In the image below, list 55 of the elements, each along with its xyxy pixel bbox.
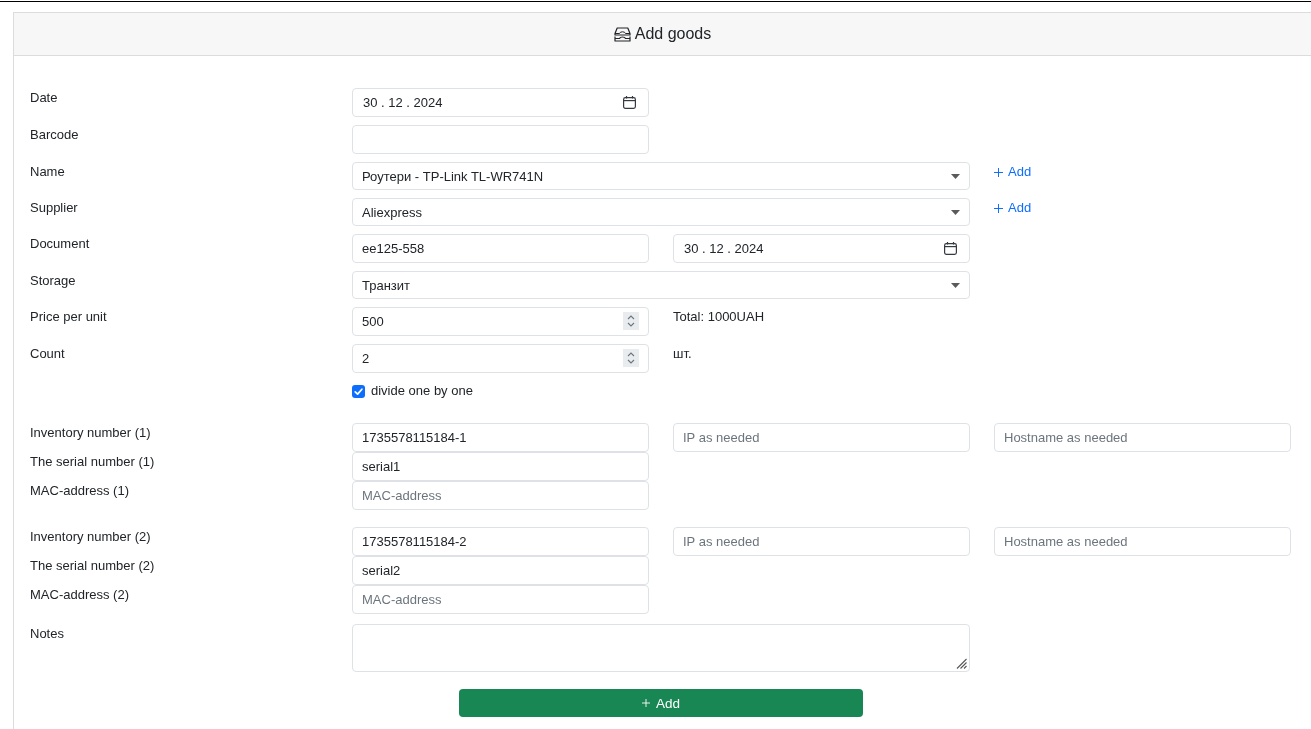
caret-icon <box>951 282 960 288</box>
input-field[interactable]: MAC-address <box>352 585 649 614</box>
field-label: Inventory number (1) <box>30 424 151 442</box>
input-field[interactable]: IP as needed <box>673 527 970 556</box>
resize-grip-icon[interactable] <box>956 658 967 669</box>
date-field[interactable]: 30 . 12 . 2024 <box>673 234 970 263</box>
notes-field[interactable] <box>352 624 970 672</box>
input-field[interactable] <box>352 125 649 154</box>
input-field[interactable]: serial2 <box>352 556 649 585</box>
field-label: The serial number (1) <box>30 453 155 471</box>
inbox-icon <box>613 26 631 42</box>
plus-icon <box>994 203 1003 213</box>
input-field[interactable]: serial1 <box>352 452 649 481</box>
field-label: Notes <box>30 625 64 643</box>
caret-icon <box>951 209 960 215</box>
select-field[interactable]: Транзит <box>352 271 970 299</box>
field-note: Total: 1000UAH <box>673 308 765 326</box>
field-note: шт. <box>673 345 692 363</box>
date-field[interactable]: 30 . 12 . 2024 <box>352 88 649 117</box>
spinner-icon[interactable] <box>623 312 639 330</box>
field-label: The serial number (2) <box>30 557 155 575</box>
input-field[interactable]: 1735578115184-2 <box>352 527 649 556</box>
field-label: Count <box>30 345 65 363</box>
field-label: MAC-address (1) <box>30 482 129 500</box>
field-label: Price per unit <box>30 308 107 326</box>
plus-icon <box>642 699 650 707</box>
input-field[interactable]: MAC-address <box>352 481 649 510</box>
field-label: Storage <box>30 272 76 290</box>
input-field[interactable]: Hostname as needed <box>994 423 1291 452</box>
field-label: Name <box>30 163 65 181</box>
field-label: Barcode <box>30 126 79 144</box>
checkbox[interactable] <box>352 384 365 398</box>
spinner-icon[interactable] <box>623 349 639 367</box>
input-field[interactable]: 1735578115184-1 <box>352 423 649 452</box>
calendar-icon[interactable] <box>944 242 957 255</box>
calendar-icon[interactable] <box>623 96 636 109</box>
add-link[interactable]: Add <box>994 162 1032 182</box>
input-field[interactable]: IP as needed <box>673 423 970 452</box>
select-field[interactable]: Aliexpress <box>352 198 970 226</box>
field-label: MAC-address (2) <box>30 586 129 604</box>
input-field[interactable]: Hostname as needed <box>994 527 1291 556</box>
add-button[interactable]: Add <box>459 689 863 717</box>
select-field[interactable]: Роутери - TP-Link TL-WR741N <box>352 162 970 190</box>
plus-icon <box>994 167 1003 177</box>
field-label: Inventory number (2) <box>30 528 151 546</box>
field-label: Supplier <box>30 199 78 217</box>
field-label: Date <box>30 89 58 107</box>
caret-icon <box>951 173 960 179</box>
field-label: Document <box>30 235 90 253</box>
card-title: Add goods <box>634 24 712 44</box>
number-field[interactable]: 2 <box>352 344 649 373</box>
checkbox-label[interactable]: divide one by one <box>371 381 473 401</box>
input-field[interactable]: ee125-558 <box>352 234 649 263</box>
number-field[interactable]: 500 <box>352 307 649 336</box>
add-link[interactable]: Add <box>994 198 1032 218</box>
